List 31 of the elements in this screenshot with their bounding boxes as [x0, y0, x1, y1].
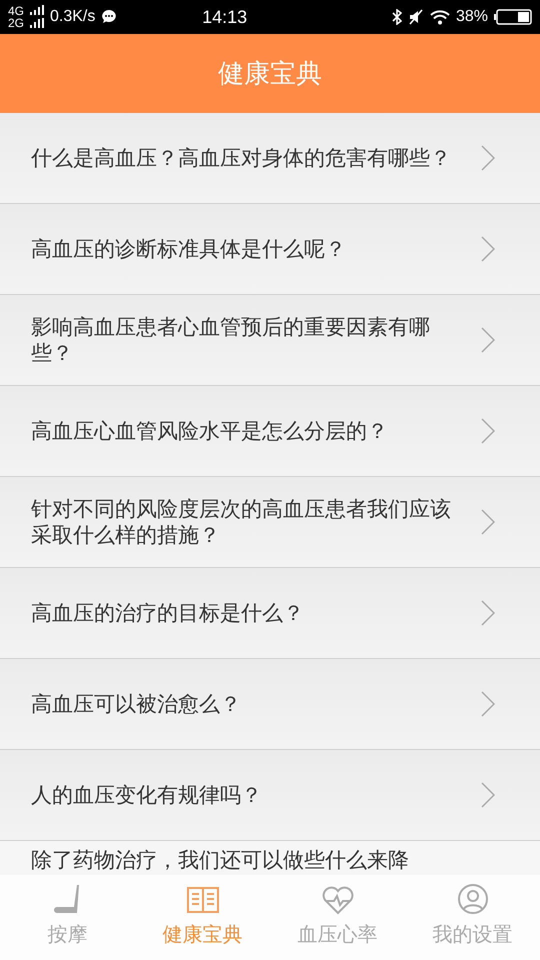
- battery-icon: [494, 9, 532, 25]
- network-speed: 0.3K/s: [50, 8, 96, 26]
- chat-bubble-icon: [101, 9, 118, 25]
- article-item[interactable]: 影响高血压患者心血管预后的重要因素有哪些？: [0, 295, 540, 386]
- chevron-right-icon: [481, 145, 495, 171]
- heartbeat-icon: [320, 885, 354, 915]
- page-title: 健康宝典: [218, 58, 322, 91]
- clock: 14:13: [201, 6, 248, 28]
- book-icon: [186, 885, 220, 915]
- chevron-right-icon: [481, 600, 495, 626]
- chevron-right-icon: [481, 418, 495, 444]
- chevron-right-icon: [481, 509, 495, 535]
- article-item[interactable]: 高血压的诊断标准具体是什么呢？: [0, 204, 540, 295]
- network-label: 2G: [8, 17, 24, 29]
- article-item[interactable]: 高血压的治疗的目标是什么？: [0, 568, 540, 659]
- bluetooth-icon: [392, 9, 402, 25]
- article-item[interactable]: 针对不同的风险度层次的高血压患者我们应该采取什么样的措施？: [0, 477, 540, 568]
- network-label: 4G: [8, 5, 24, 17]
- chevron-right-icon: [481, 327, 495, 353]
- article-item[interactable]: 高血压心血管风险水平是怎么分层的？: [0, 386, 540, 477]
- article-item[interactable]: 什么是高血压？高血压对身体的危害有哪些？: [0, 113, 540, 204]
- chevron-right-icon: [481, 691, 495, 717]
- article-item[interactable]: 高血压可以被治愈么？: [0, 659, 540, 750]
- chevron-right-icon: [481, 782, 495, 808]
- chevron-right-icon: [481, 236, 495, 262]
- user-icon: [456, 883, 488, 915]
- article-item[interactable]: 人的血压变化有规律吗？: [0, 750, 540, 841]
- muted-speaker-icon: [408, 9, 424, 25]
- wifi-icon: [430, 10, 450, 24]
- battery-percent: 38%: [456, 8, 488, 26]
- signal-icon: [30, 5, 44, 29]
